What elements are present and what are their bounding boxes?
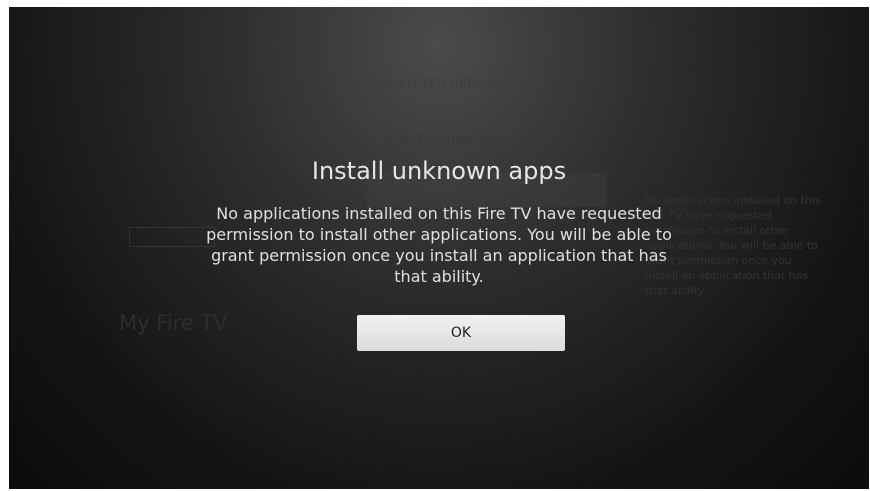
background-my-fire-tv-label: My Fire TV: [119, 311, 228, 335]
dialog-message: No applications installed on this Fire T…: [206, 204, 672, 286]
background-section-heading: DEVELOPER OPTIONS: [375, 77, 503, 90]
dialog-title: Install unknown apps: [311, 157, 567, 185]
background-adb-debugging-item: ADB Debugging: [383, 133, 495, 149]
background-menu-box: [129, 227, 215, 247]
ok-button[interactable]: OK: [357, 315, 565, 351]
tv-screen: DEVELOPER OPTIONS ADB Debugging My Fire …: [9, 7, 869, 489]
